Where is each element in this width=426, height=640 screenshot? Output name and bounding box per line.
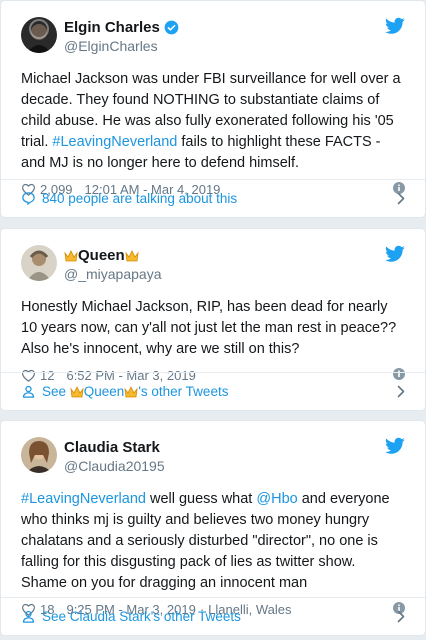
other-tweets-suffix: 's other Tweets <box>138 384 229 399</box>
crown-icon <box>124 385 138 397</box>
twitter-bird-icon[interactable] <box>385 17 405 35</box>
hashtag-link[interactable]: #LeavingNeverland <box>21 491 146 507</box>
handle[interactable]: @_miyapapaya <box>64 265 162 283</box>
crown-icon <box>70 385 84 397</box>
other-tweets-link[interactable]: See Queen 's other Tweets <box>1 372 425 410</box>
other-tweets-link[interactable]: See Claudia Stark's other Tweets <box>1 597 425 635</box>
handle[interactable]: @ElginCharles <box>64 37 179 55</box>
hashtag-link[interactable]: #LeavingNeverland <box>52 134 177 150</box>
handle[interactable]: @Claudia20195 <box>64 457 165 475</box>
verified-badge-icon <box>164 20 179 35</box>
tweet-header: Queen @_miyapapaya <box>21 245 405 285</box>
chevron-right-icon <box>397 385 405 398</box>
other-tweets-prefix: See <box>42 384 70 399</box>
tweet-header: Elgin Charles @ElginCharles <box>21 17 405 57</box>
avatar[interactable] <box>21 245 57 281</box>
display-name[interactable]: Queen <box>64 246 162 265</box>
speech-bubble-icon <box>22 192 35 205</box>
tweet-header: Claudia Stark @Claudia20195 <box>21 437 405 477</box>
display-name[interactable]: Claudia Stark <box>64 438 165 457</box>
tweet-card-queen: Queen @_miyapapaya Honestly Michael Jack… <box>0 228 426 411</box>
conversation-label[interactable]: 840 people are talking about this <box>42 191 237 206</box>
chevron-right-icon <box>397 192 405 205</box>
mention-link[interactable]: @Hbo <box>256 491 297 507</box>
tweet-text: #LeavingNeverland well guess what @Hbo a… <box>21 491 390 591</box>
tweet-card-elgin: Elgin Charles @ElginCharles Michael Jack… <box>0 0 426 218</box>
tweet-text: Honestly Michael Jackson, RIP, has been … <box>21 299 397 357</box>
person-icon <box>22 610 35 623</box>
other-tweets-label[interactable]: See Claudia Stark's other Tweets <box>42 609 241 624</box>
conversation-link[interactable]: 840 people are talking about this <box>1 179 425 217</box>
display-name[interactable]: Elgin Charles <box>64 18 179 37</box>
twitter-bird-icon[interactable] <box>385 245 405 263</box>
avatar[interactable] <box>21 437 57 473</box>
crown-icon <box>64 249 78 261</box>
avatar[interactable] <box>21 17 57 53</box>
other-tweets-name: Queen <box>83 384 125 399</box>
tweet-card-claudia: Claudia Stark @Claudia20195 #LeavingNeve… <box>0 420 426 636</box>
twitter-bird-icon[interactable] <box>385 437 405 455</box>
crown-icon <box>125 249 139 261</box>
chevron-right-icon <box>397 610 405 623</box>
person-icon <box>22 385 35 398</box>
tweet-text: Michael Jackson was under FBI surveillan… <box>21 71 401 171</box>
